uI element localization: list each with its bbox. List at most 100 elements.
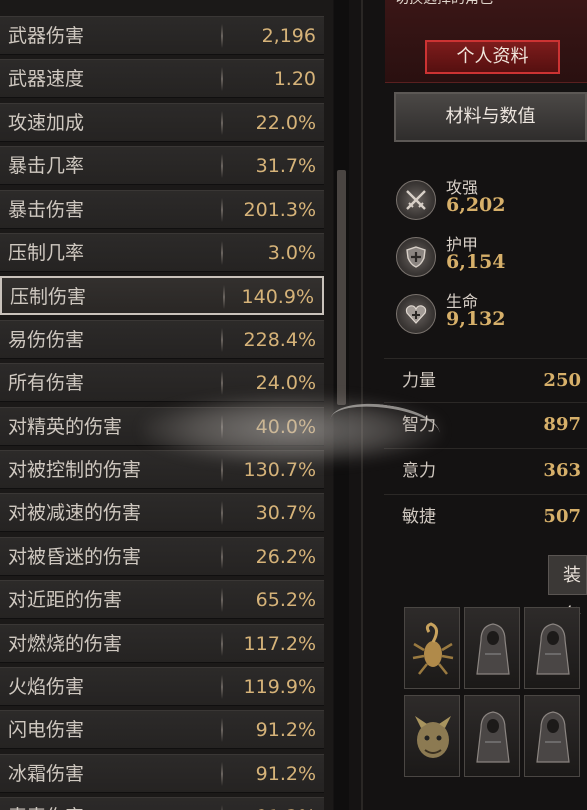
- materials-stats-button[interactable]: 材料与数值: [394, 92, 587, 142]
- stat-row[interactable]: 暴击伤害 201.3%: [0, 190, 324, 229]
- stat-value: 140.9%: [241, 286, 314, 308]
- item-slot[interactable]: [464, 695, 520, 777]
- stat-divider: [221, 154, 223, 178]
- item-slot[interactable]: [524, 695, 580, 777]
- stat-label: 压制伤害: [10, 286, 87, 308]
- scorpion-item-icon: [412, 622, 454, 675]
- attribute-value: 897: [543, 414, 581, 435]
- attribute-value: 507: [543, 506, 581, 527]
- stat-value: 91.2%: [255, 763, 316, 785]
- cloaked-figure-item-icon: [536, 623, 570, 675]
- stat-label: 武器速度: [8, 68, 85, 90]
- equipment-tab[interactable]: 装备: [548, 555, 587, 626]
- stat-divider: [221, 241, 223, 265]
- shield-icon: [396, 237, 436, 277]
- stat-label: 易伤伤害: [8, 329, 85, 351]
- stat-row[interactable]: 冰霜伤害 91.2%: [0, 754, 324, 793]
- stat-value: 91.2%: [255, 719, 316, 741]
- stat-row[interactable]: 武器伤害 2,196: [0, 16, 324, 55]
- stats-scroll-thumb[interactable]: [337, 170, 346, 405]
- stat-divider: [221, 67, 223, 91]
- stat-label: 毒素伤害: [8, 798, 84, 810]
- stat-row[interactable]: 对被减速的伤害 30.7%: [0, 493, 324, 532]
- stat-divider: [221, 632, 223, 656]
- attribute-name: 敏捷: [402, 507, 436, 527]
- stat-value: 31.7%: [255, 155, 316, 177]
- stat-label: 冰霜伤害: [8, 763, 85, 785]
- stat-label: 闪电伤害: [8, 719, 85, 741]
- crossed-swords-icon: [396, 180, 436, 220]
- core-stat-value: 9,132: [446, 308, 506, 330]
- stat-divider: [221, 805, 223, 810]
- stat-value: 119.9%: [243, 676, 316, 698]
- stat-label: 暴击伤害: [8, 199, 85, 221]
- stat-value: 201.3%: [243, 199, 316, 221]
- stat-divider: [221, 588, 223, 612]
- heart-icon: [396, 294, 436, 334]
- stat-row[interactable]: 压制几率 3.0%: [0, 233, 324, 272]
- stat-value: 30.7%: [255, 502, 316, 524]
- core-stat-life: 生命 9,132: [394, 286, 587, 338]
- stat-row[interactable]: 暴击几率 31.7%: [0, 146, 324, 185]
- stat-row[interactable]: 毒素伤害 91.2%: [0, 797, 324, 810]
- core-stat-value: 6,202: [446, 194, 506, 216]
- stat-divider: [223, 285, 225, 309]
- stat-row[interactable]: 闪电伤害 91.2%: [0, 710, 324, 749]
- stat-divider: [221, 675, 223, 699]
- stat-value: 117.2%: [243, 633, 316, 655]
- stat-label: 对燃烧的伤害: [8, 633, 123, 655]
- cloaked-figure-item-icon: [476, 711, 510, 763]
- attribute-value: 250: [543, 370, 581, 391]
- item-slot[interactable]: [464, 607, 520, 689]
- stat-label: 所有伤害: [8, 372, 85, 394]
- stat-label: 对精英的伤害: [8, 416, 123, 438]
- stat-divider: [221, 545, 223, 569]
- core-stat-attack: 攻强 6,202: [394, 172, 587, 224]
- cloaked-figure-item-icon: [536, 711, 570, 763]
- stat-label: 对被减速的伤害: [8, 502, 142, 524]
- stat-label: 对近距的伤害: [8, 589, 123, 611]
- stat-divider: [221, 328, 223, 352]
- stat-row[interactable]: 武器速度 1.20: [0, 59, 324, 98]
- stat-value: 22.0%: [255, 112, 316, 134]
- stat-label: 攻速加成: [8, 112, 85, 134]
- stat-label: 暴击几率: [8, 155, 85, 177]
- stat-row[interactable]: 易伤伤害 228.4%: [0, 320, 324, 359]
- stat-divider: [221, 24, 223, 48]
- cloaked-figure-item-icon: [476, 623, 510, 675]
- stat-divider: [221, 718, 223, 742]
- item-slot[interactable]: [404, 607, 460, 689]
- stat-divider: [221, 198, 223, 222]
- stat-label: 火焰伤害: [8, 676, 85, 698]
- stat-label: 对被控制的伤害: [8, 459, 142, 481]
- stat-label: 压制几率: [8, 242, 85, 264]
- stat-label: 武器伤害: [8, 25, 85, 47]
- stat-row[interactable]: 对燃烧的伤害 117.2%: [0, 624, 324, 663]
- golden-beast-item-icon: [415, 716, 451, 758]
- stat-value: 26.2%: [255, 546, 316, 568]
- attribute-row-dexterity: 敏捷 507: [384, 494, 587, 538]
- stat-value: 65.2%: [255, 589, 316, 611]
- profile-button[interactable]: 个人资料: [425, 40, 560, 74]
- stat-value: 228.4%: [243, 329, 316, 351]
- stat-value: 91.2%: [256, 798, 316, 810]
- item-slot[interactable]: [404, 695, 460, 777]
- stat-value: 3.0%: [267, 242, 316, 264]
- stat-row[interactable]: 火焰伤害 119.9%: [0, 667, 324, 706]
- item-slot[interactable]: [524, 607, 580, 689]
- core-stat-armor: 护甲 6,154: [394, 229, 587, 281]
- stat-divider: [221, 111, 223, 135]
- banner-title: 切换选择的角色: [395, 0, 493, 8]
- core-stat-value: 6,154: [446, 251, 506, 273]
- stat-divider: [221, 762, 223, 786]
- stat-row[interactable]: 对被昏迷的伤害 26.2%: [0, 537, 324, 576]
- stat-row[interactable]: 攻速加成 22.0%: [0, 103, 324, 142]
- stat-divider: [221, 501, 223, 525]
- stat-value: 2,196: [261, 25, 316, 47]
- stat-row[interactable]: 压制伤害 140.9%: [0, 276, 324, 315]
- stat-value: 1.20: [273, 68, 316, 90]
- stat-row[interactable]: 对近距的伤害 65.2%: [0, 580, 324, 619]
- stat-label: 对被昏迷的伤害: [8, 546, 142, 568]
- stat-divider: [221, 371, 223, 395]
- attribute-value: 363: [543, 460, 581, 481]
